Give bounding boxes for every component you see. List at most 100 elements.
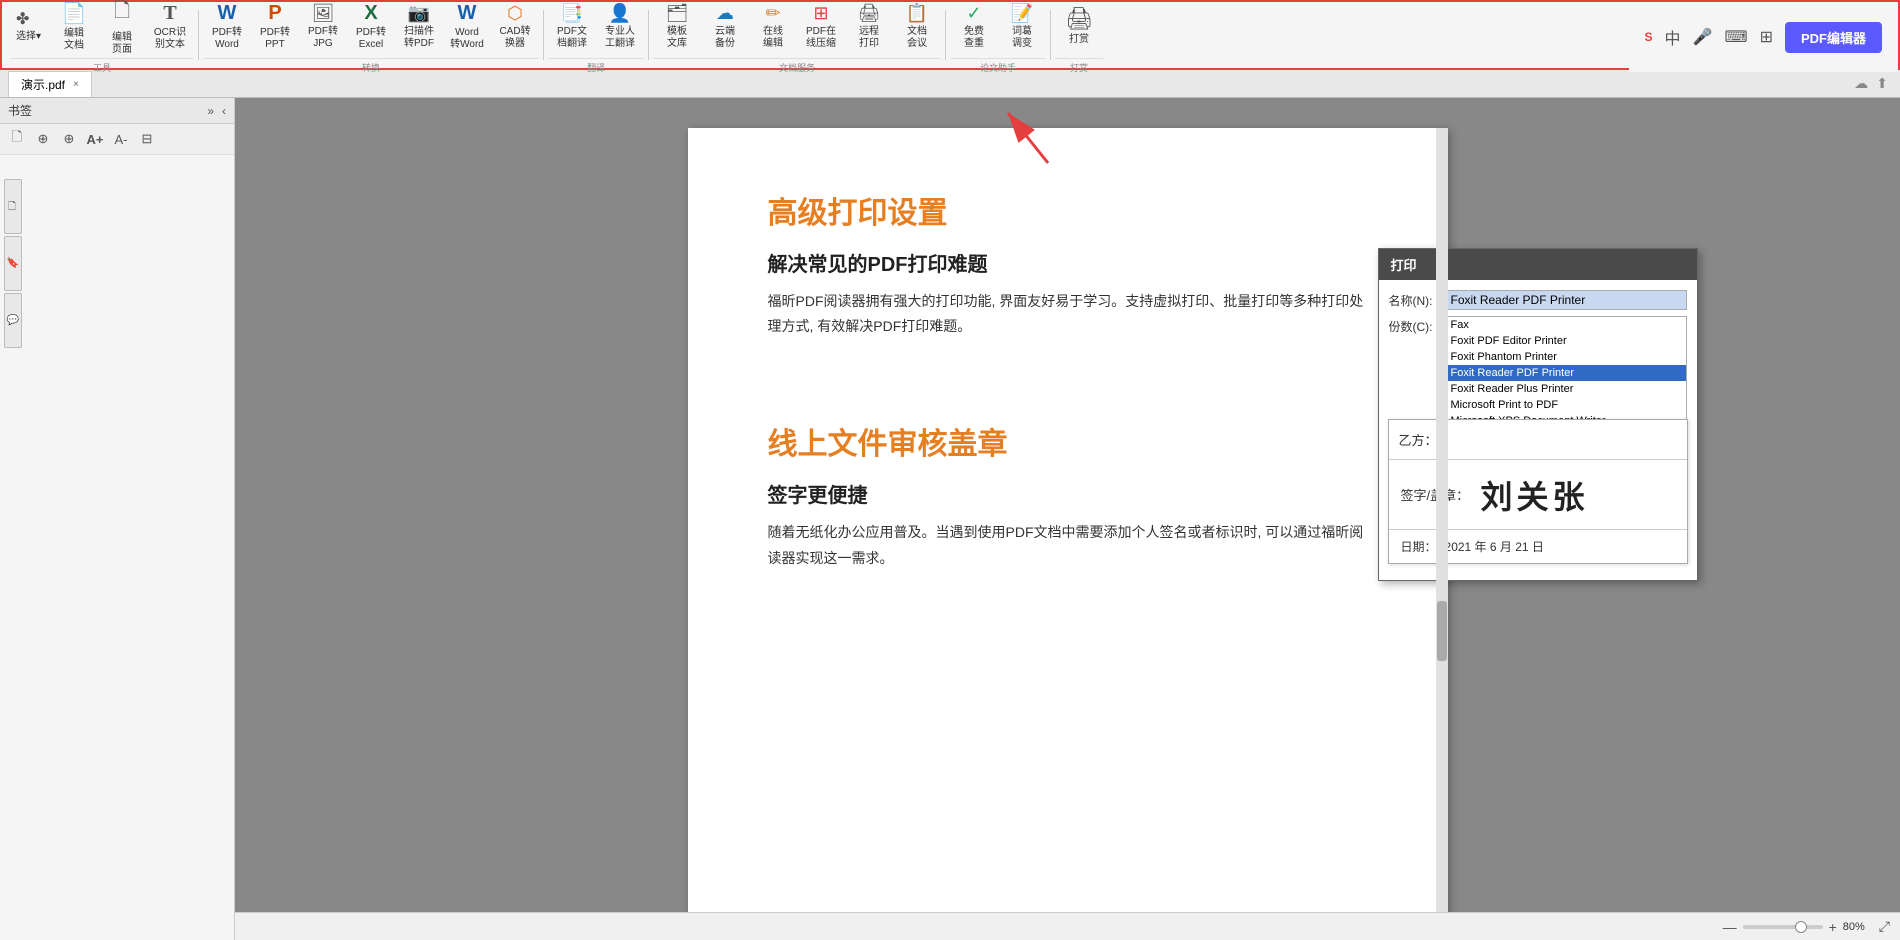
sig-party-label: 乙方： — [1399, 430, 1438, 449]
toolbar-section-thesis: ✓ 免费查重 📝 词葛调变 论文助手 — [950, 0, 1046, 74]
pdf-to-ppt-button[interactable]: P PDF转PPT — [251, 0, 299, 56]
zoom-slider[interactable] — [1743, 925, 1823, 929]
thesis-section-label: 论文助手 — [950, 58, 1046, 74]
remote-print-button[interactable]: 🖨 远程打印 — [845, 0, 893, 56]
printer-foxit-plus[interactable]: Foxit Reader Plus Printer — [1445, 381, 1686, 397]
toolbar-section-services: 🗂 模板文库 ☁ 云端备份 ✏ 在线编辑 ⊞ PDF在线压缩 🖨 远程打印 📋 — [653, 0, 941, 74]
separator-3 — [648, 10, 649, 60]
zoom-control: — + 80% ⤢ — [1723, 918, 1890, 935]
sidebar-minus-icon[interactable]: ⊟ — [136, 128, 158, 150]
printer-foxit-reader[interactable]: Foxit Reader PDF Printer — [1445, 365, 1686, 381]
zoom-value: 80% — [1843, 921, 1873, 933]
template-library-button[interactable]: 🗂 模板文库 — [653, 0, 701, 56]
sidebar-add2-icon[interactable]: ⊕ — [58, 128, 80, 150]
sidebar-header-icons: » ‹ — [207, 104, 226, 118]
edit-page-button[interactable]: 🗋 编辑页面 — [98, 0, 146, 56]
tools-section-label: 工具 — [10, 58, 194, 74]
sig-party-row: 乙方： — [1389, 420, 1687, 460]
pdf-merge-button[interactable]: ⊞ PDF在线压缩 — [797, 0, 845, 56]
sidebar-font-large-icon[interactable]: A+ — [84, 128, 106, 150]
red-arrow — [988, 98, 1068, 168]
sig-name-row: 签字/盖章： 刘关张 — [1389, 460, 1687, 530]
pdf-translate-button[interactable]: 📑 PDF文档翻译 — [548, 0, 596, 56]
translate-section-label: 翻译 — [548, 58, 644, 74]
pdf-page: 高级打印设置 解决常见的PDF打印难题 福昕PDF阅读器拥有强大的打印功能, 界… — [688, 128, 1448, 940]
keyboard-icon[interactable]: ⌨ — [1724, 27, 1747, 47]
seal-section-title: 线上文件审核盖章 — [768, 419, 1368, 463]
panel-icon-1[interactable]: 🗋 — [4, 179, 22, 234]
sig-date-row: 日期： 2021 年 6 月 21 日 — [1389, 530, 1687, 563]
mic-icon[interactable]: 🎤 — [1693, 27, 1713, 47]
sidebar-add-icon[interactable]: ⊕ — [32, 128, 54, 150]
separator-4 — [945, 10, 946, 60]
printer-ms-pdf[interactable]: Microsoft Print to PDF — [1445, 397, 1686, 413]
content-wrapper: 高级打印设置 解决常见的PDF打印难题 福昕PDF阅读器拥有强大的打印功能, 界… — [688, 128, 1448, 940]
zoom-minus-button[interactable]: — — [1723, 919, 1737, 935]
toolbar-section-convert: W PDF转Word P PDF转PPT 🖼 PDF转JPG X PDF转Exc… — [203, 0, 539, 74]
vertical-scrollbar[interactable] — [1436, 128, 1448, 940]
sidebar-toolbar: 🗋 ⊕ ⊕ A+ A- ⊟ — [0, 124, 234, 155]
print-section-title: 高级打印设置 — [768, 188, 1368, 232]
sidebar-content: 🗋 🔖 💬 — [0, 155, 234, 940]
section-seal: 线上文件审核盖章 签字更便捷 随着无纸化办公应用普及。当遇到使用PDF文档中需要… — [768, 419, 1368, 570]
doc-meeting-button[interactable]: 📋 文档会议 — [893, 0, 941, 56]
tab-close-button[interactable]: × — [73, 79, 79, 90]
scan-to-pdf-button[interactable]: 📷 扫描件转PDF — [395, 0, 443, 56]
sidebar-expand-btn[interactable]: ‹ — [222, 104, 226, 118]
word-to-pdf-button[interactable]: W Word转Word — [443, 0, 491, 56]
seal-section-body: 随着无纸化办公应用普及。当遇到使用PDF文档中需要添加个人签名或者标识时, 可以… — [768, 520, 1368, 570]
sidebar-title: 书签 — [8, 102, 32, 119]
toolbar-section-tools: ✤ 选择▾ 📄 编辑文档 🗋 编辑页面 T OCR识别文本 工具 — [10, 0, 194, 74]
pdf-to-excel-button[interactable]: X PDF转Excel — [347, 0, 395, 56]
grid-icon[interactable]: ⊞ — [1760, 27, 1773, 47]
section-print: 高级打印设置 解决常见的PDF打印难题 福昕PDF阅读器拥有强大的打印功能, 界… — [768, 188, 1368, 339]
services-section-label: 文档服务 — [653, 58, 941, 74]
convert-section-label: 转换 — [203, 58, 539, 74]
zoom-thumb[interactable] — [1795, 921, 1807, 933]
online-edit-button[interactable]: ✏ 在线编辑 — [749, 0, 797, 56]
pdf-editor-button[interactable]: PDF编辑器 — [1785, 22, 1882, 53]
upload-icon[interactable]: ⬆ — [1876, 75, 1888, 92]
cloud-icon[interactable]: ☁ — [1854, 75, 1868, 92]
tab-bar: 演示.pdf × ☁ ⬆ — [0, 70, 1900, 98]
panel-icon-3[interactable]: 💬 — [4, 293, 22, 348]
edit-doc-button[interactable]: 📄 编辑文档 — [50, 0, 98, 56]
free-check-button[interactable]: ✓ 免费查重 — [950, 0, 998, 56]
print-dialog-title: 打印 — [1379, 249, 1697, 280]
select-tool-button[interactable]: ✤ 选择▾ — [10, 0, 50, 56]
sig-name-value: 刘关张 — [1481, 472, 1589, 518]
print-button[interactable]: 🖨 打赏 — [1055, 0, 1103, 56]
cad-converter-button[interactable]: ⬡ CAD转换器 — [491, 0, 539, 56]
toolbar-section-translate: 📑 PDF文档翻译 👤 专业人工翻译 翻译 — [548, 0, 644, 74]
separator-5 — [1050, 10, 1051, 60]
printer-foxit-phantom[interactable]: Foxit Phantom Printer — [1445, 349, 1686, 365]
printer-fax[interactable]: Fax — [1445, 317, 1686, 333]
expand-icon[interactable]: ⤢ — [1879, 918, 1890, 935]
printer-foxit-pdf-editor[interactable]: Foxit PDF Editor Printer — [1445, 333, 1686, 349]
sidebar-collapse-btn[interactable]: » — [207, 104, 214, 118]
main-layout: 书签 » ‹ 🗋 ⊕ ⊕ A+ A- ⊟ 🗋 🔖 💬 — [0, 98, 1900, 940]
separator-1 — [198, 10, 199, 60]
status-bar: — + 80% ⤢ — [235, 912, 1900, 940]
pro-translate-button[interactable]: 👤 专业人工翻译 — [596, 0, 644, 56]
print-name-input[interactable] — [1444, 290, 1687, 310]
sidebar-header: 书签 » ‹ — [0, 98, 234, 124]
separator-2 — [543, 10, 544, 60]
pdf-to-word-button[interactable]: W PDF转Word — [203, 0, 251, 56]
scroll-thumb[interactable] — [1437, 601, 1447, 661]
ocr-button[interactable]: T OCR识别文本 — [146, 0, 194, 56]
top-icon-1[interactable]: 中 — [1665, 25, 1681, 49]
sidebar-page-icon[interactable]: 🗋 — [6, 128, 28, 150]
panel-icon-2[interactable]: 🔖 — [4, 236, 22, 291]
pdf-tab[interactable]: 演示.pdf × — [8, 71, 92, 97]
print-section-subtitle: 解决常见的PDF打印难题 — [768, 248, 1368, 277]
tab-filename: 演示.pdf — [21, 76, 65, 93]
signature-box: 乙方： 签字/盖章： 刘关张 日期： 2021 年 6 月 21 日 — [1388, 419, 1688, 564]
word-correction-button[interactable]: 📝 词葛调变 — [998, 0, 1046, 56]
pdf-to-jpg-button[interactable]: 🖼 PDF转JPG — [299, 0, 347, 56]
sig-date-label: 日期： — [1401, 538, 1437, 555]
cloud-backup-button[interactable]: ☁ 云端备份 — [701, 0, 749, 56]
sidebar-font-small-icon[interactable]: A- — [110, 128, 132, 150]
content-area: 高级打印设置 解决常见的PDF打印难题 福昕PDF阅读器拥有强大的打印功能, 界… — [235, 98, 1900, 940]
zoom-plus-button[interactable]: + — [1829, 919, 1837, 935]
